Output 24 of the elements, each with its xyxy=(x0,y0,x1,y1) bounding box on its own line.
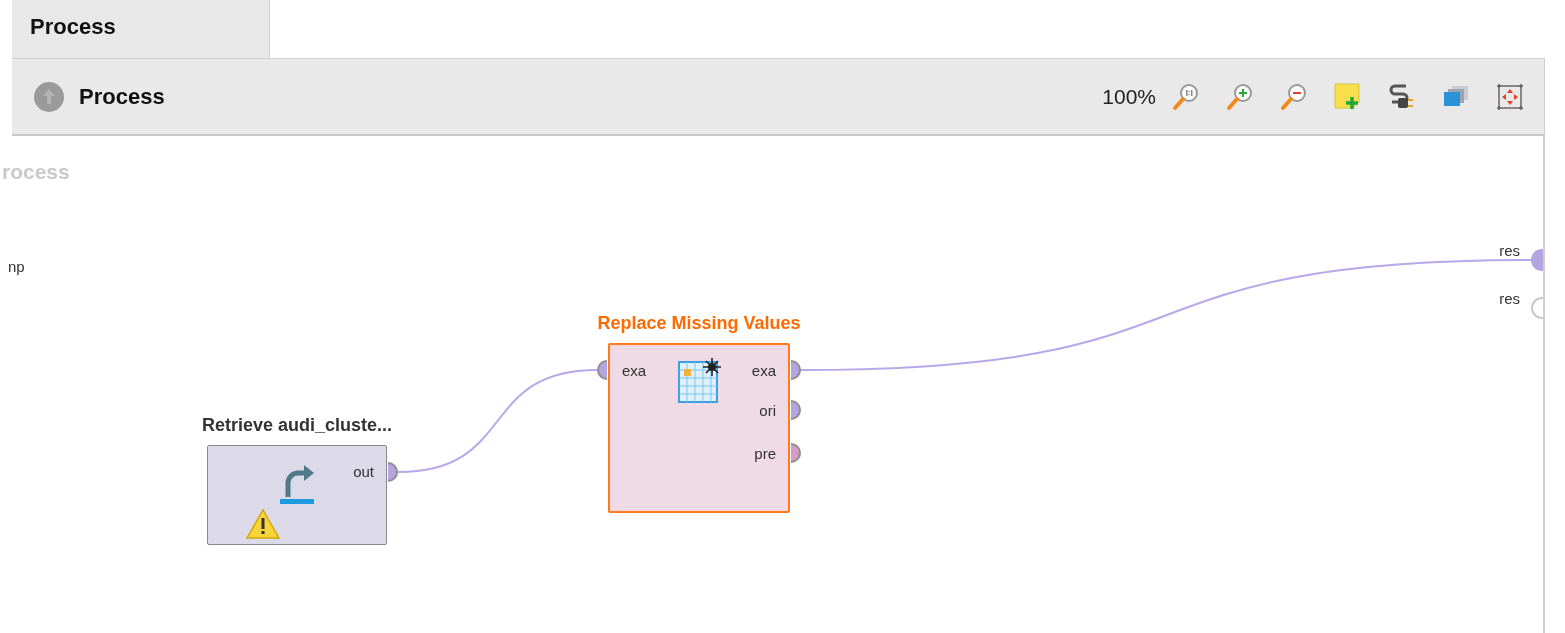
process-tab[interactable]: Process xyxy=(12,0,270,58)
result-port[interactable] xyxy=(1531,249,1543,271)
port-label: exa xyxy=(751,362,776,379)
operator-title: Retrieve audi_cluste... xyxy=(201,415,393,437)
port-connector[interactable] xyxy=(597,360,607,380)
zoom-level: 100% xyxy=(1102,84,1156,109)
port-label: ori xyxy=(759,402,776,419)
up-level-icon[interactable] xyxy=(33,80,65,113)
port-connector[interactable] xyxy=(388,462,398,482)
port-label: np xyxy=(8,258,25,275)
port-connector[interactable] xyxy=(791,443,801,463)
operator-box[interactable]: out xyxy=(207,445,387,545)
operator-box[interactable]: exa exa ori pre xyxy=(608,343,790,513)
port-connector[interactable] xyxy=(791,400,801,420)
process-title: Process xyxy=(79,83,165,110)
retrieve-arrow-icon xyxy=(280,463,316,505)
port-label: res xyxy=(1499,290,1520,307)
port-label: out xyxy=(353,463,374,480)
result-port[interactable] xyxy=(1531,297,1543,319)
port-label: pre xyxy=(754,445,776,462)
port-connector[interactable] xyxy=(791,360,801,380)
port-label: res xyxy=(1499,242,1520,259)
operator-title: Replace Missing Values xyxy=(597,313,801,335)
port-label: exa xyxy=(622,362,647,379)
